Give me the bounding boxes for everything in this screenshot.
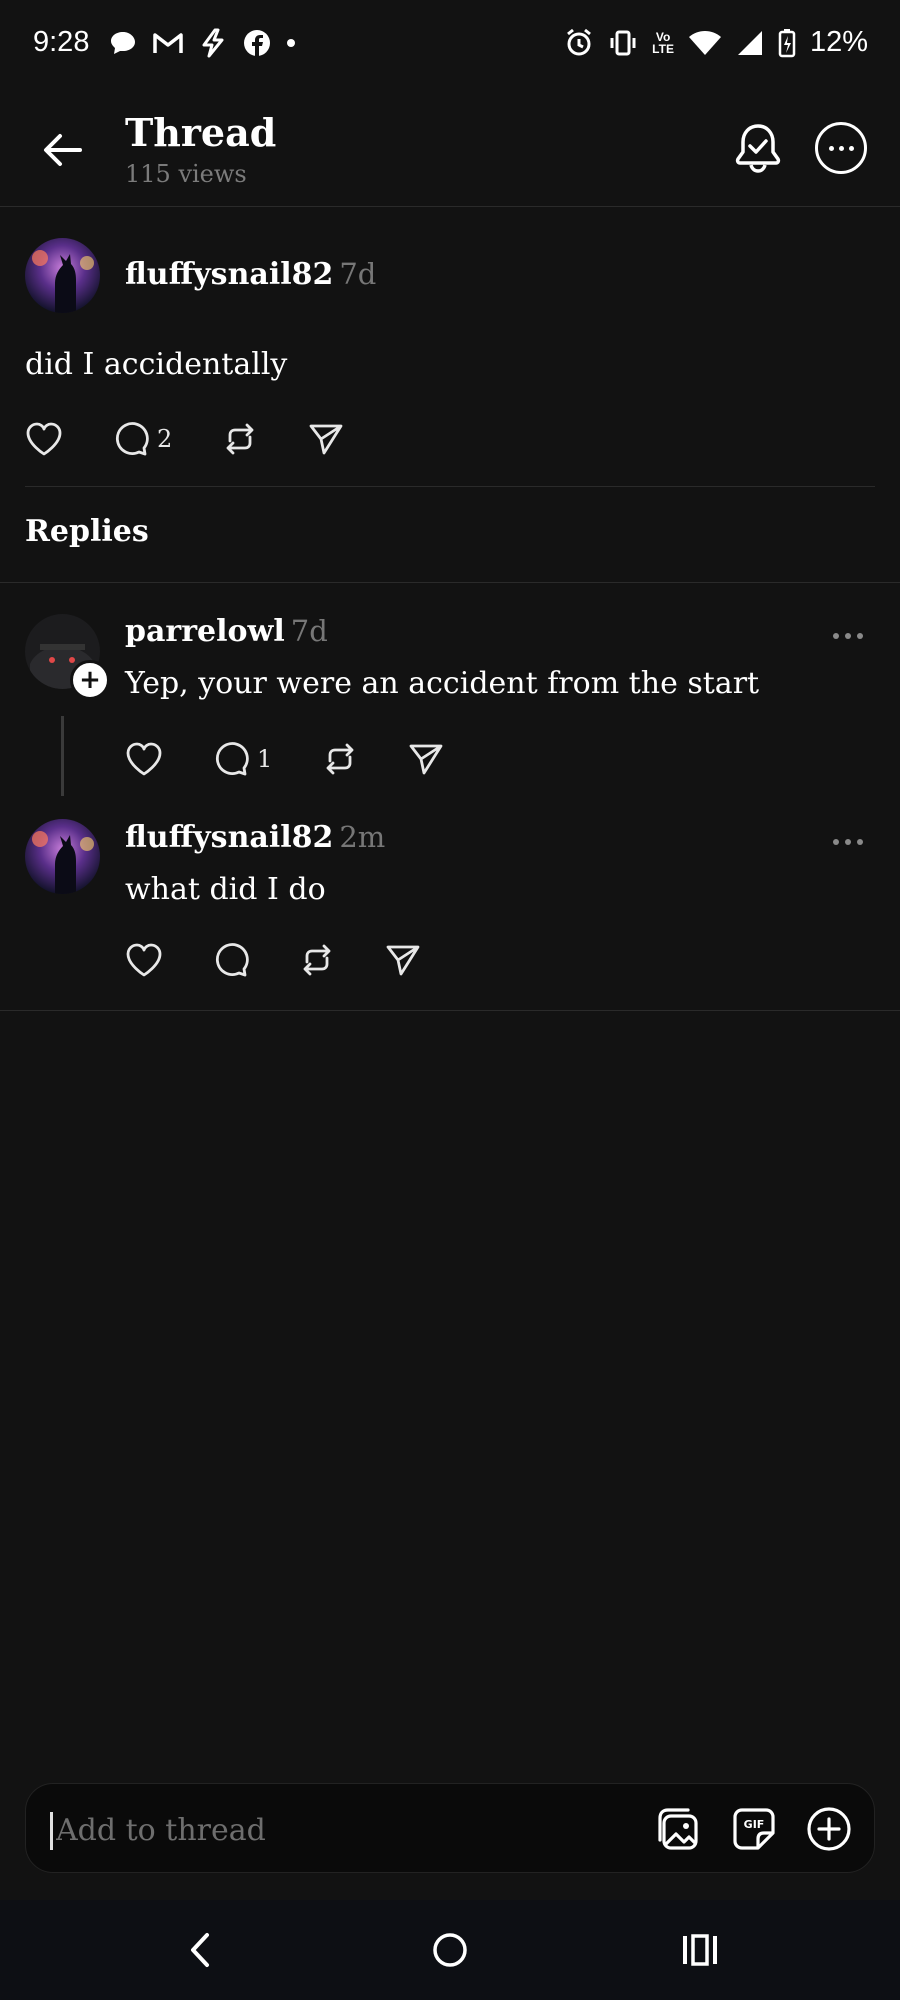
heart-icon <box>125 741 163 777</box>
divider <box>0 582 900 583</box>
system-navigation-bar <box>0 1900 900 2000</box>
reply-time: 2m <box>339 820 386 854</box>
repost-button[interactable] <box>322 741 358 777</box>
arrow-left-icon <box>40 127 86 173</box>
gmail-icon <box>152 30 184 56</box>
like-button[interactable] <box>25 421 63 457</box>
repost-icon <box>299 942 335 978</box>
page-title: Thread <box>125 110 277 155</box>
reply-actions <box>125 942 421 978</box>
battery-percent: 12% <box>809 26 868 58</box>
send-icon <box>385 942 421 978</box>
dot <box>833 839 839 845</box>
post-actions: 2 <box>25 421 344 457</box>
status-bar: 9:28 Vo LTE 12% <box>0 0 900 90</box>
dot <box>845 633 851 639</box>
reply-more-button[interactable] <box>833 839 863 845</box>
reply-more-button[interactable] <box>833 633 863 639</box>
wifi-icon <box>688 29 722 57</box>
chat-bubble-icon <box>108 29 138 57</box>
divider <box>0 1010 900 1011</box>
reply-text: what did I do <box>125 872 326 907</box>
system-icons: Vo LTE 12% <box>564 26 868 59</box>
reply-time: 7d <box>290 614 328 648</box>
composer-actions: GIF <box>656 1806 852 1852</box>
reply-author-line: parrelowl 7d <box>125 614 328 649</box>
replies-heading: Replies <box>25 514 149 549</box>
dot-icon <box>286 38 296 48</box>
username[interactable]: fluffysnail82 <box>125 820 333 855</box>
bolt-icon <box>198 28 228 58</box>
dot <box>857 839 863 845</box>
thread-composer: GIF <box>25 1783 875 1873</box>
dot <box>845 839 851 845</box>
text-cursor <box>50 1812 53 1850</box>
image-attach-button[interactable] <box>656 1806 702 1852</box>
facebook-icon <box>242 28 272 58</box>
heart-icon <box>125 942 163 978</box>
reply-item: fluffysnail82 2m what did I do <box>0 806 900 1006</box>
svg-text:GIF: GIF <box>744 1818 765 1831</box>
follow-button[interactable]: + <box>70 660 110 700</box>
post-author-line: fluffysnail82 7d <box>125 257 376 292</box>
dot <box>828 145 834 151</box>
view-count: 115 views <box>125 160 247 188</box>
divider <box>25 486 875 487</box>
notification-toggle-button[interactable] <box>733 122 783 174</box>
post-text: did I accidentally <box>25 347 288 382</box>
reply-button[interactable]: 1 <box>213 741 272 777</box>
repost-icon <box>222 421 258 457</box>
share-button[interactable] <box>308 421 344 457</box>
status-time: 9:28 <box>33 26 90 58</box>
volte-icon: Vo LTE <box>652 29 674 56</box>
reply-actions: 1 <box>125 741 444 777</box>
reply-count: 2 <box>157 425 173 453</box>
share-button[interactable] <box>408 741 444 777</box>
vibrate-icon <box>608 28 638 58</box>
plus-icon: + <box>79 665 101 695</box>
notification-icons <box>108 28 296 58</box>
dot <box>848 145 854 151</box>
comment-icon <box>213 741 249 777</box>
send-icon <box>308 421 344 457</box>
username[interactable]: parrelowl <box>125 614 285 649</box>
reply-button[interactable]: 2 <box>113 421 172 457</box>
repost-icon <box>322 741 358 777</box>
dot <box>838 145 844 151</box>
gif-button[interactable]: GIF <box>732 1807 776 1851</box>
repost-button[interactable] <box>222 421 258 457</box>
reply-author-line: fluffysnail82 2m <box>125 820 385 855</box>
reply-text: Yep, your were an accident from the star… <box>125 666 760 701</box>
share-button[interactable] <box>385 942 421 978</box>
alarm-icon <box>564 28 594 58</box>
add-to-thread-input[interactable] <box>54 1804 618 1856</box>
back-button[interactable] <box>40 127 86 173</box>
avatar[interactable] <box>25 819 100 894</box>
dot <box>833 633 839 639</box>
nav-recents-button[interactable] <box>680 1930 720 1970</box>
comment-icon <box>113 421 149 457</box>
like-button[interactable] <box>125 741 163 777</box>
avatar[interactable] <box>25 238 100 313</box>
username[interactable]: fluffysnail82 <box>125 257 333 292</box>
reply-item: + parrelowl 7d Yep, your were an accident… <box>0 600 900 800</box>
comment-icon <box>213 942 249 978</box>
reply-button[interactable] <box>213 942 249 978</box>
repost-button[interactable] <box>299 942 335 978</box>
heart-icon <box>25 421 63 457</box>
thread-line <box>61 716 64 796</box>
more-options-button[interactable] <box>815 122 867 174</box>
battery-charging-icon <box>778 28 796 58</box>
signal-icon <box>736 29 764 57</box>
post-time: 7d <box>339 257 377 291</box>
send-icon <box>408 741 444 777</box>
nav-home-button[interactable] <box>430 1930 470 1970</box>
like-button[interactable] <box>125 942 163 978</box>
nav-back-button[interactable] <box>185 1930 215 1970</box>
thread-header: Thread 115 views <box>0 90 900 207</box>
bell-check-icon <box>733 122 783 174</box>
add-circle-button[interactable] <box>806 1806 852 1852</box>
dot <box>857 633 863 639</box>
reply-count: 1 <box>257 745 273 773</box>
